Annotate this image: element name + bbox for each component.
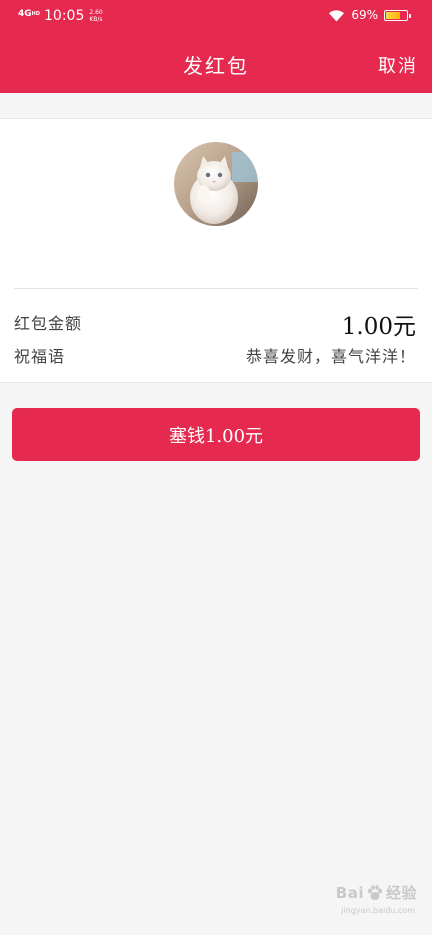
red-packet-card: 红包金额 1.00元 祝福语 恭喜发财，喜气洋洋！: [0, 118, 432, 383]
battery-percent: 69%: [351, 8, 378, 22]
speed-value: 2.60: [89, 9, 103, 16]
status-bar: 4GHD 10:05 2.60 KB/s 69%: [0, 0, 432, 34]
header-bar: 4GHD 10:05 2.60 KB/s 69% 发红包 取消: [0, 0, 432, 93]
cat-avatar[interactable]: [174, 142, 258, 226]
blessing-value[interactable]: 恭喜发财，喜气洋洋！: [246, 343, 416, 367]
watermark-url: jingyan.baidu.com: [341, 906, 415, 915]
status-right: 69%: [328, 8, 411, 22]
status-left: 4GHD 10:05 2.60 KB/s: [18, 8, 103, 24]
battery-level: [386, 11, 400, 19]
network-type: 4G: [18, 9, 32, 19]
baidu-watermark: Bai 经验: [336, 882, 417, 903]
cancel-button[interactable]: 取消: [378, 52, 418, 78]
baidu-paw-icon: [367, 884, 382, 900]
network-sup: HD: [31, 11, 40, 17]
page-title: 发红包: [183, 54, 249, 78]
status-time: 10:05: [44, 8, 85, 24]
amount-value[interactable]: 1.00元: [342, 307, 416, 341]
battery-icon: [384, 9, 411, 21]
card-divider: [14, 288, 418, 289]
wifi-icon: [329, 9, 345, 21]
right-edge-strip: [432, 0, 443, 935]
network-speed: 2.60 KB/s: [89, 9, 102, 23]
speed-unit: KB/s: [89, 16, 103, 23]
watermark-text-right: 经验: [385, 884, 417, 902]
blessing-label: 祝福语: [14, 347, 66, 366]
network-indicator: 4GHD: [18, 9, 40, 19]
put-money-button[interactable]: 塞钱1.00元: [12, 408, 420, 461]
watermark-text-left: Bai: [335, 883, 364, 902]
amount-label: 红包金额: [14, 314, 83, 333]
avatar-image: [174, 142, 258, 226]
